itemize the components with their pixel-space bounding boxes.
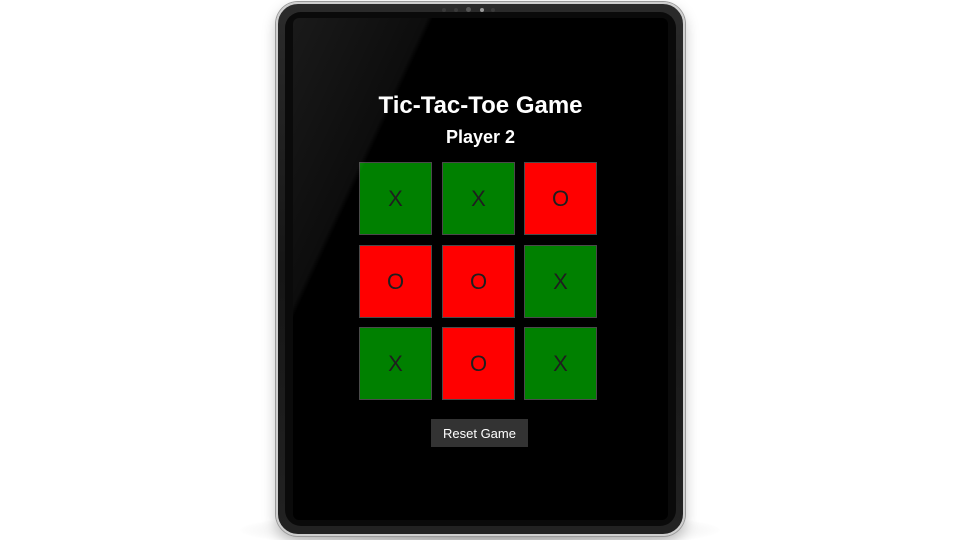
sensor-dot: [491, 8, 495, 12]
current-player-status: Player 2: [445, 127, 516, 147]
game-board: X X O O O X X O X: [359, 162, 602, 405]
camera-icon: [466, 7, 471, 12]
board-cell-3[interactable]: O: [524, 162, 597, 235]
sensor-dot: [454, 8, 458, 12]
sensor-dot: [442, 8, 446, 12]
stage: Tic-Tac-Toe Game Player 2 X X O O O X X …: [0, 0, 960, 540]
reset-game-button[interactable]: Reset Game: [431, 419, 528, 447]
board-cell-7[interactable]: X: [359, 327, 432, 400]
tablet-screen: Tic-Tac-Toe Game Player 2 X X O O O X X …: [293, 18, 668, 520]
board-cell-9[interactable]: X: [524, 327, 597, 400]
game-title: Tic-Tac-Toe Game: [378, 92, 583, 119]
board-cell-2[interactable]: X: [442, 162, 515, 235]
board-cell-4[interactable]: O: [359, 245, 432, 318]
board-cell-1[interactable]: X: [359, 162, 432, 235]
board-cell-8[interactable]: O: [442, 327, 515, 400]
sensor-dot: [480, 8, 484, 12]
front-camera-array: [440, 7, 500, 13]
board-cell-6[interactable]: X: [524, 245, 597, 318]
board-cell-5[interactable]: O: [442, 245, 515, 318]
